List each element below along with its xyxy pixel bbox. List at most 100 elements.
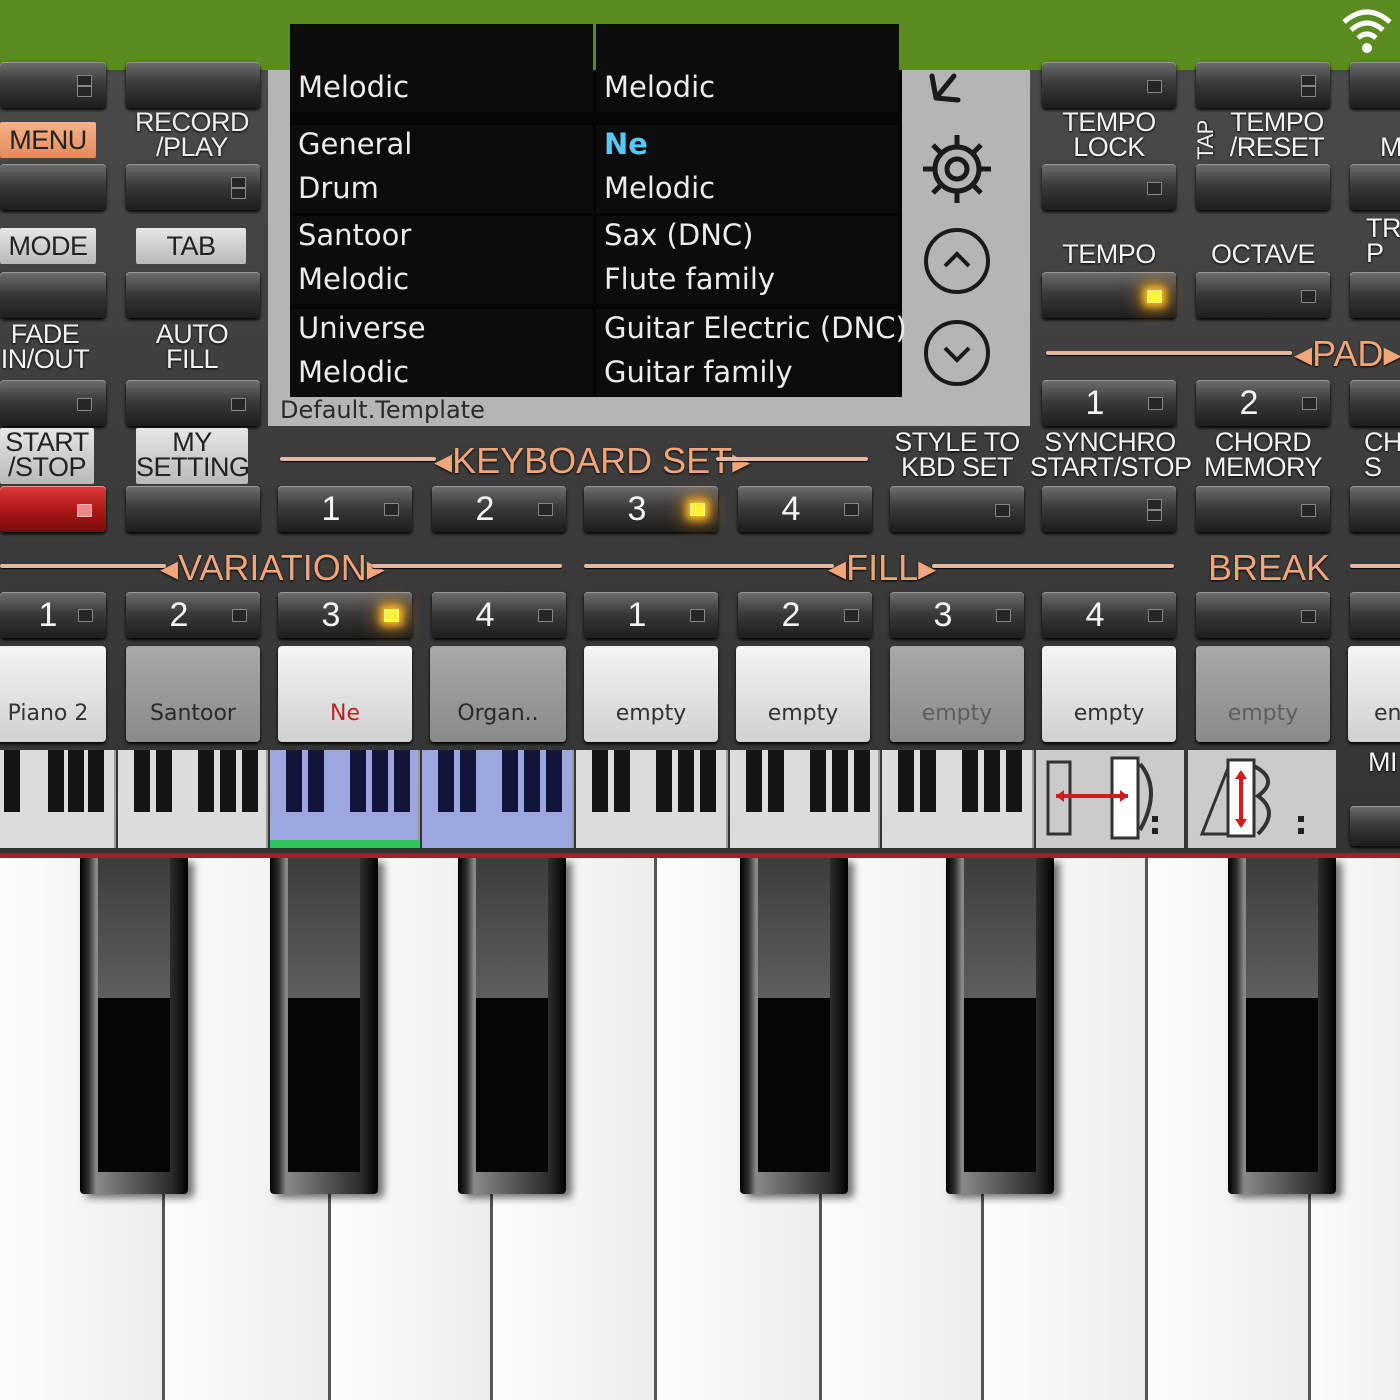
partial-tr-label: TR P	[1366, 213, 1400, 268]
keyboard-set-divider-left	[280, 457, 436, 461]
partial-m-button[interactable]	[1350, 164, 1400, 210]
mini-keyboard-octave-5[interactable]	[576, 750, 728, 848]
mini-keyboard-octave-3[interactable]	[270, 750, 420, 848]
pad-divider	[1046, 351, 1292, 355]
key-width-icon	[1046, 756, 1158, 840]
voice-list: Melodic Melodic General Drum Ne Melodic Sa…	[290, 24, 907, 397]
fade-in-out-label: FADE IN/OUT	[0, 319, 90, 374]
right-top-button-1[interactable]	[1042, 62, 1176, 108]
tab-button[interactable]	[126, 272, 260, 318]
mode-button[interactable]	[0, 272, 106, 318]
partial-ch-label: CH S	[1364, 427, 1400, 482]
tempo-button[interactable]	[1042, 272, 1176, 318]
gear-icon[interactable]	[918, 130, 996, 208]
start-stop-button[interactable]	[0, 486, 106, 532]
tap-tempo-reset-button[interactable]	[1196, 164, 1330, 210]
preset-santoor[interactable]: Santoor	[126, 646, 260, 742]
variation-3-led	[384, 609, 399, 622]
my-setting-label: MY SETTING	[136, 427, 250, 484]
list-item[interactable]: Santoor Melodic Sax (DNC) Flute family	[290, 216, 902, 304]
black-key[interactable]	[740, 858, 848, 1194]
preset-empty-1[interactable]: empty	[584, 646, 718, 742]
pad-section-title: ◂PAD▸	[1294, 333, 1400, 374]
chord-memory-label: CHORD MEMORY	[1203, 427, 1323, 482]
record-play-label: RECORD /PLAY	[134, 107, 250, 162]
variation-title: ◂VARIATION▸	[160, 547, 385, 588]
black-key[interactable]	[946, 858, 1054, 1194]
break-button[interactable]	[1196, 592, 1330, 638]
partial-tr-button[interactable]	[1350, 272, 1400, 318]
piano-keyboard	[0, 858, 1400, 1400]
fill-title: ◂FILL▸	[828, 547, 937, 588]
preset-ne[interactable]: Ne	[278, 646, 412, 742]
black-key[interactable]	[270, 858, 378, 1194]
record-play-button[interactable]	[126, 164, 260, 210]
my-setting-button[interactable]	[126, 486, 260, 532]
menu-button[interactable]	[0, 164, 106, 210]
tempo-lock-label: TEMPO LOCK	[1062, 107, 1156, 162]
auto-fill-button[interactable]	[126, 380, 260, 426]
partial-right-button[interactable]	[1350, 592, 1400, 638]
preset-empty-2[interactable]: empty	[736, 646, 870, 742]
preset-empty-4[interactable]: empty	[1042, 646, 1176, 742]
template-name: Default.Template	[280, 396, 485, 424]
tempo-label: TEMPO	[1062, 239, 1156, 269]
mode-label: MODE	[0, 228, 96, 264]
partial-mi-label: MI	[1368, 747, 1398, 777]
back-arrow-icon[interactable]	[922, 70, 992, 106]
black-key[interactable]	[458, 858, 566, 1194]
chevron-down-icon[interactable]	[922, 318, 992, 388]
preset-empty-3[interactable]: empty	[890, 646, 1024, 742]
tempo-lock-button[interactable]	[1042, 164, 1176, 210]
partial-m-label: M	[1380, 132, 1400, 162]
break-divider	[1350, 564, 1400, 568]
key-height-icon	[1199, 758, 1304, 838]
selected-voice: Ne	[604, 127, 648, 161]
right-top-button-2[interactable]	[1196, 62, 1330, 108]
mini-keyboard-octave-2[interactable]	[118, 750, 268, 848]
keyboard-set-3-led	[690, 503, 705, 516]
fade-in-out-button[interactable]	[0, 380, 106, 426]
chord-memory-button[interactable]	[1196, 486, 1330, 532]
auto-fill-label: AUTO FILL	[155, 319, 229, 374]
style-to-kbd-set-label: STYLE TO KBD SET	[894, 427, 1020, 482]
fill-divider-left	[584, 564, 834, 568]
left-top-button-1[interactable]	[0, 62, 106, 108]
octave-label: OCTAVE	[1210, 239, 1316, 269]
list-item[interactable]: Melodic Melodic	[290, 24, 902, 112]
list-item[interactable]: Universe Melodic Guitar Electric (DNC) Gui…	[290, 309, 907, 397]
tempo-reset-label: TEMPO /RESET	[1229, 107, 1325, 162]
mini-keyboard-selection-bar	[270, 840, 420, 848]
keyboard-set-title: ◂KEYBOARD SET▸	[434, 440, 750, 481]
chevron-up-icon[interactable]	[922, 226, 992, 296]
keyboard-set-divider-right	[716, 457, 868, 461]
mini-keyboard-octave-1[interactable]	[0, 750, 116, 848]
key-height-tool[interactable]	[1188, 750, 1336, 848]
style-to-kbd-set-button[interactable]	[890, 486, 1024, 532]
preset-partial[interactable]: en	[1348, 646, 1400, 742]
partial-ch-button[interactable]	[1350, 486, 1400, 532]
right-top-button-3[interactable]	[1350, 62, 1400, 108]
partial-mi-button[interactable]	[1350, 806, 1400, 846]
preset-piano-2[interactable]: Piano 2	[0, 646, 106, 742]
wifi-icon	[1342, 9, 1392, 53]
key-width-tool[interactable]	[1036, 750, 1184, 848]
list-item[interactable]: General Drum Ne Melodic	[290, 125, 902, 213]
mini-keyboard-octave-4[interactable]	[422, 750, 574, 848]
mini-keyboard-octave-7[interactable]	[882, 750, 1034, 848]
black-key[interactable]	[1228, 858, 1336, 1194]
mini-keyboard-octave-6[interactable]	[730, 750, 880, 848]
left-top-button-2[interactable]	[126, 62, 260, 108]
octave-button[interactable]	[1196, 272, 1330, 318]
pad-button-3[interactable]	[1350, 380, 1400, 426]
tap-label: TAP	[1193, 120, 1218, 160]
black-key[interactable]	[80, 858, 188, 1194]
start-stop-label: START /STOP	[0, 428, 94, 484]
break-title: BREAK	[1208, 547, 1331, 588]
preset-organ[interactable]: Organ..	[430, 646, 566, 742]
variation-divider-right	[372, 564, 562, 568]
menu-label: MENU	[0, 122, 96, 158]
variation-divider-left	[0, 564, 166, 568]
synchro-start-stop-button[interactable]	[1042, 486, 1176, 532]
preset-empty-5[interactable]: empty	[1196, 646, 1330, 742]
